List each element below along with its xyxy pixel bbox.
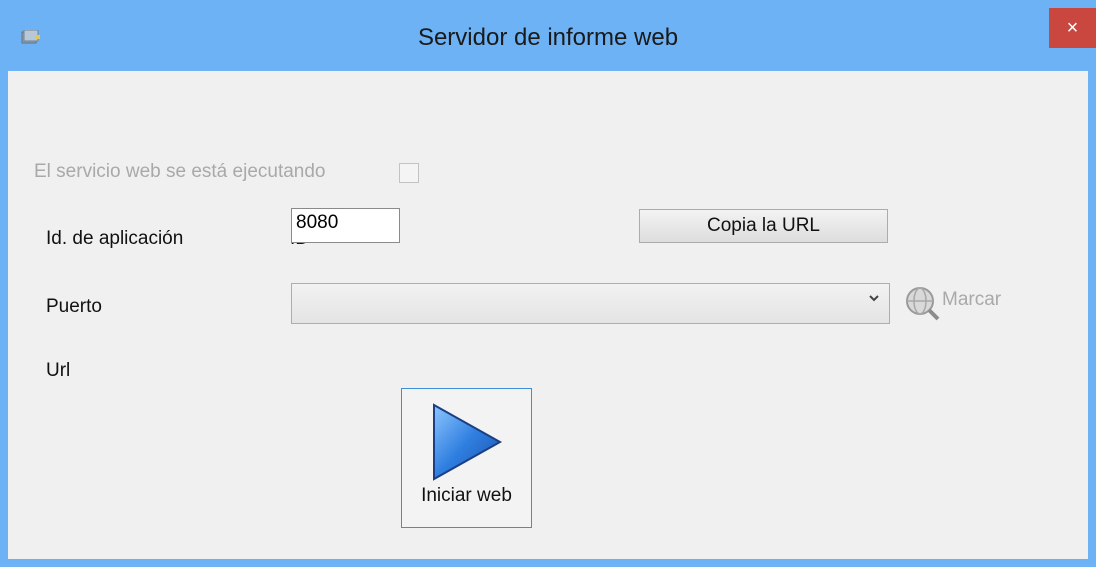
marcar-button[interactable]: Marcar [942,289,1001,311]
service-running-label: El servicio web se está ejecutando [34,161,326,182]
report-server-window: Servidor de informe web × El servicio we… [0,0,1096,567]
app-id-label: Id. de aplicación [46,228,184,249]
start-web-label: Iniciar web [421,485,512,506]
port-label: Puerto [46,296,102,317]
play-icon [433,403,503,481]
close-icon: × [1066,17,1079,39]
service-running-checkbox[interactable] [399,163,419,183]
url-dropdown[interactable] [291,283,890,324]
globe-search-icon[interactable] [904,285,940,321]
url-label: Url [46,360,71,381]
port-input[interactable]: 8080 [291,208,400,243]
start-web-button[interactable]: Iniciar web [401,388,532,528]
chevron-down-icon [869,295,879,302]
close-button[interactable]: × [1049,8,1096,48]
copy-url-button[interactable]: Copia la URL [639,209,888,243]
dialog-body: El servicio web se está ejecutando Id. d… [8,71,1088,559]
window-title: Servidor de informe web [417,24,679,51]
title-bar[interactable]: Servidor de informe web × [0,0,1096,70]
